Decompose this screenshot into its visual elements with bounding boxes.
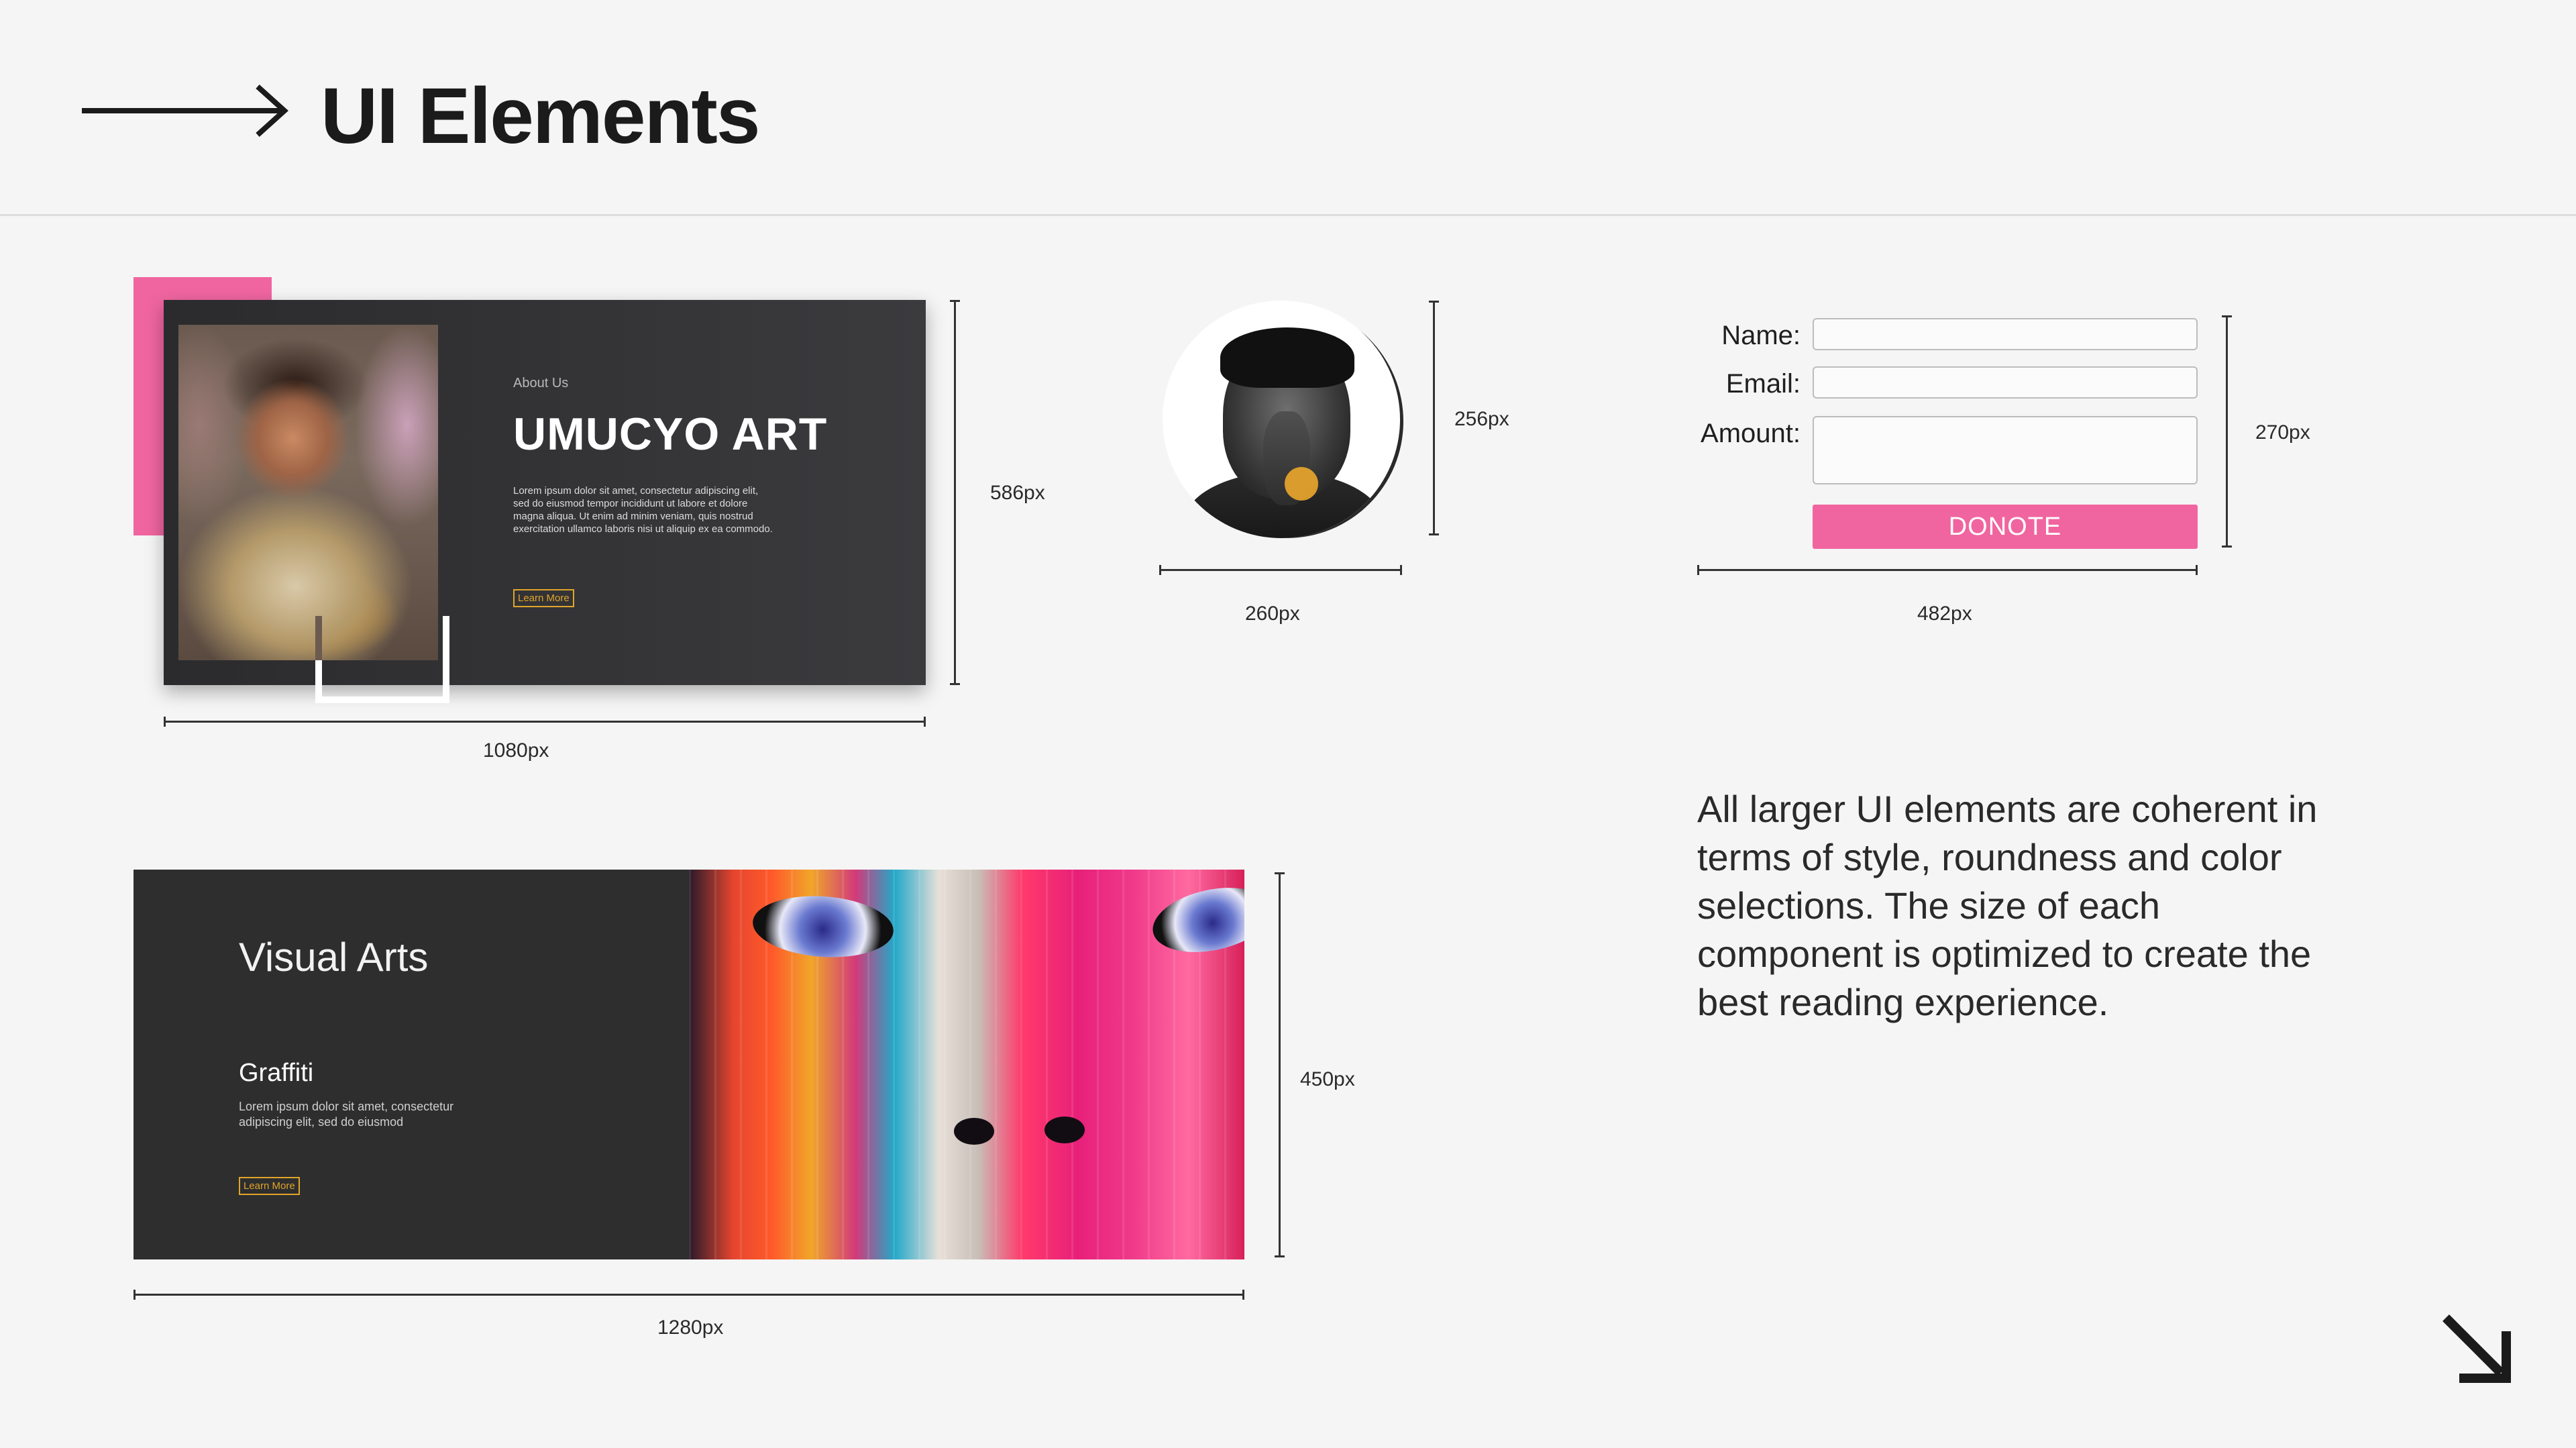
avatar-accent-dot bbox=[1285, 467, 1318, 501]
avatar bbox=[1163, 301, 1400, 538]
description-text: All larger UI elements are coherent in t… bbox=[1697, 788, 2318, 1023]
arts-body-text: Lorem ipsum dolor sit amet, consectetur … bbox=[239, 1100, 454, 1129]
amount-label: Amount: bbox=[1701, 419, 1801, 448]
name-label: Name: bbox=[1721, 321, 1801, 350]
avatar-hair bbox=[1220, 327, 1354, 388]
graffiti-subtitle: Graffiti bbox=[239, 1059, 314, 1087]
white-bracket-decoration bbox=[315, 616, 449, 703]
about-body-text: Lorem ipsum dolor sit amet, consectetur … bbox=[513, 485, 773, 535]
about-learn-more-button[interactable]: Learn More bbox=[513, 589, 574, 607]
amount-input[interactable] bbox=[1813, 416, 2198, 484]
arts-height-dimension-line bbox=[1275, 872, 1285, 1257]
name-input[interactable] bbox=[1813, 318, 2198, 350]
about-height-label: 586px bbox=[990, 482, 1045, 504]
email-input[interactable] bbox=[1813, 366, 2198, 399]
form-height-dimension-line bbox=[2222, 315, 2232, 548]
painted-nostril-right bbox=[1044, 1117, 1085, 1143]
avatar-height-dimension-line bbox=[1429, 301, 1439, 535]
about-eyebrow: About Us bbox=[513, 376, 569, 391]
avatar-width-label: 260px bbox=[1245, 603, 1300, 625]
form-width-label: 482px bbox=[1917, 603, 1972, 625]
painted-nostril-left bbox=[954, 1118, 994, 1145]
header-divider bbox=[0, 214, 2576, 216]
arrow-down-right-icon bbox=[2443, 1314, 2511, 1383]
arts-width-dimension-line bbox=[133, 1290, 1244, 1300]
about-width-dimension-line bbox=[164, 717, 926, 727]
painted-eye-left bbox=[751, 891, 896, 962]
child-photo bbox=[178, 325, 438, 660]
about-heading: UMUCYO ART bbox=[513, 409, 828, 460]
avatar-width-dimension-line bbox=[1159, 565, 1402, 575]
form-width-dimension-line bbox=[1697, 565, 2198, 575]
avatar-height-label: 256px bbox=[1454, 408, 1509, 430]
painted-eye-right bbox=[1146, 878, 1244, 962]
arts-learn-more-button[interactable]: Learn More bbox=[239, 1177, 300, 1195]
arrow-right-icon bbox=[82, 85, 288, 137]
about-height-dimension-line bbox=[950, 300, 960, 685]
donate-button[interactable]: DONOTE bbox=[1813, 505, 2198, 549]
page-title: UI Elements bbox=[321, 72, 760, 160]
visual-arts-title: Visual Arts bbox=[239, 935, 429, 980]
about-width-label: 1080px bbox=[483, 739, 549, 762]
email-label: Email: bbox=[1725, 369, 1801, 399]
graffiti-painting bbox=[689, 870, 1244, 1259]
arts-height-label: 450px bbox=[1300, 1068, 1355, 1090]
arts-width-label: 1280px bbox=[657, 1316, 724, 1339]
form-height-label: 270px bbox=[2255, 421, 2310, 444]
